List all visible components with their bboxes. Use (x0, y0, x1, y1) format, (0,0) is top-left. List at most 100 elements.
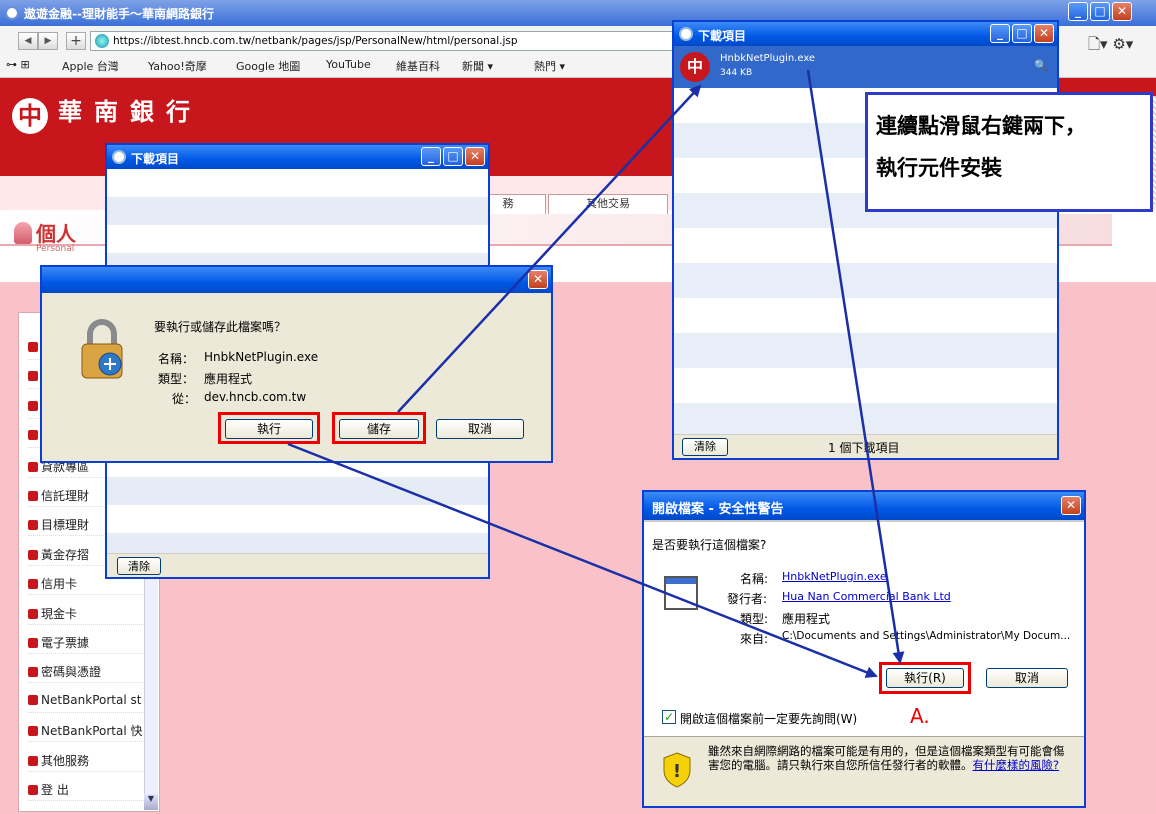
sidebar-item-label: 電子票據 (41, 636, 90, 650)
bookmark-item[interactable]: 新聞 ▾ (462, 58, 493, 74)
download-file-size: 344 KB (720, 68, 753, 78)
security-question: 是否要執行這個檔案? (652, 538, 767, 552)
maximize-icon[interactable]: □ (1012, 24, 1032, 43)
window-title: 下載項目 (131, 152, 180, 166)
bookmark-item[interactable]: YouTube (326, 58, 371, 71)
menu-bullet-icon (28, 520, 38, 530)
dialog-title-bar: 開啟檔案 - 安全性警告 ✕ (644, 492, 1084, 520)
menu-bullet-icon (28, 430, 38, 440)
bookmark-item[interactable]: Yahoo!奇摩 (148, 58, 207, 74)
cancel-button[interactable]: 取消 (986, 668, 1068, 688)
menu-bullet-icon (28, 695, 38, 705)
download-item-selected[interactable]: 中 HnbkNetPlugin.exe 344 KB 🔍 (674, 46, 1057, 88)
bank-file-icon: 中 (680, 52, 710, 82)
menu-bullet-icon (28, 667, 38, 677)
minimize-icon[interactable]: _ (421, 147, 441, 166)
publisher-label: 發行者: (727, 592, 768, 606)
sidebar-item-label: 信託理財 (41, 489, 90, 503)
close-icon[interactable]: ✕ (528, 270, 548, 289)
sidebar-item-label: 信用卡 (41, 577, 78, 591)
clear-button[interactable]: 清除 (117, 557, 161, 575)
type-label: 類型: (740, 612, 769, 626)
address-bar[interactable]: https://ibtest.hncb.com.tw/netbank/pages… (90, 31, 680, 51)
sidebar-item-label: NetBankPortal st (41, 693, 142, 707)
close-icon[interactable]: ✕ (465, 147, 485, 166)
sidebar-item-label: 登 出 (41, 783, 69, 797)
sidebar-item[interactable]: 登 出 (28, 781, 146, 801)
menu-bullet-icon (28, 579, 38, 589)
lock-icon (81, 319, 123, 379)
download-footer: 清除 (107, 553, 488, 577)
download-window-title-bar: 下載項目 _ □ ✕ (107, 145, 488, 169)
url-text: https://ibtest.hncb.com.tw/netbank/pages… (113, 35, 518, 47)
menu-bullet-icon (28, 609, 38, 619)
download-footer: 清除 1 個下載項目 (674, 434, 1057, 458)
menu-bullet-icon (28, 756, 38, 766)
run-button[interactable]: 執行 (225, 419, 313, 439)
browser-window-controls: _ □ ✕ (1068, 2, 1132, 21)
file-name-link[interactable]: HnbkNetPlugin.exe (782, 570, 887, 583)
bank-name: 華南銀行 (58, 98, 202, 126)
application-icon (664, 576, 698, 610)
name-label: 名稱： (158, 352, 195, 366)
add-bookmark-button[interactable]: + (66, 32, 86, 50)
sidebar-item-label: 黃金存摺 (41, 548, 90, 562)
minimize-icon[interactable]: _ (990, 24, 1010, 43)
bookmark-item[interactable]: 熱門 ▾ (534, 58, 565, 74)
personal-subtitle: Personal (36, 244, 75, 254)
download-file-name: HnbkNetPlugin.exe (720, 53, 816, 64)
checkbox-icon[interactable]: ✓ (662, 710, 676, 724)
dialog-title-bar: ✕ (42, 267, 551, 293)
sidebar-item[interactable]: NetBankPortal st (28, 693, 146, 713)
publisher-link[interactable]: Hua Nan Commercial Bank Ltd (782, 590, 951, 603)
bookmark-item[interactable]: 維基百科 (396, 58, 440, 74)
annotation-box: 連續點滑鼠右鍵兩下， 執行元件安裝 (865, 92, 1153, 212)
file-name: HnbkNetPlugin.exe (204, 350, 319, 364)
download-window-large: 下載項目 _ □ ✕ 中 HnbkNetPlugin.exe 344 KB 🔍 … (672, 20, 1059, 460)
from-label: 從： (172, 392, 197, 406)
person-icon (14, 222, 32, 244)
minimize-icon[interactable]: _ (1068, 2, 1088, 21)
search-icon[interactable]: 🔍 (1034, 59, 1048, 72)
page-and-settings-icon[interactable]: 🗋▾ ⚙▾ (1088, 34, 1133, 59)
from-label: 來自: (740, 632, 769, 646)
sidebar-item[interactable]: 電子票據 (28, 634, 146, 654)
menu-tab[interactable]: 其他交易 (548, 194, 668, 214)
menu-bullet-icon (28, 785, 38, 795)
maximize-icon[interactable]: □ (1090, 2, 1110, 21)
close-icon[interactable]: ✕ (1061, 496, 1081, 515)
sidebar-item[interactable]: NetBankPortal 快 (28, 722, 146, 742)
clear-button[interactable]: 清除 (682, 438, 728, 456)
maximize-icon[interactable]: □ (443, 147, 463, 166)
download-count: 1 個下載項目 (828, 441, 900, 455)
download-window-title-bar: 下載項目 _ □ ✕ (674, 22, 1057, 46)
bookmarks-icon[interactable]: ⊶ ⊞ (6, 58, 30, 71)
scroll-down-icon[interactable]: ▼ (144, 794, 158, 810)
file-source: dev.hncb.com.tw (204, 390, 307, 404)
bookmark-item[interactable]: Apple 台灣 (62, 58, 119, 74)
sidebar-item-label: 其他服務 (41, 754, 90, 768)
file-path: C:\Documents and Settings\Administrator\… (782, 630, 1071, 642)
menu-bullet-icon (28, 550, 38, 560)
sidebar-item-label: 現金卡 (41, 607, 78, 621)
back-icon[interactable]: ◀ (18, 32, 38, 50)
close-icon[interactable]: ✕ (1112, 2, 1132, 21)
sidebar-item[interactable]: 其他服務 (28, 752, 146, 772)
step-marker: A. (910, 704, 930, 728)
sidebar-item[interactable]: 密碼與憑證 (28, 663, 146, 683)
type-label: 類型： (158, 372, 195, 386)
risk-link[interactable]: 有什麼樣的風險? (973, 758, 1060, 772)
cancel-button[interactable]: 取消 (436, 419, 524, 439)
close-icon[interactable]: ✕ (1034, 24, 1054, 43)
warning-text: 雖然來自網際網路的檔案可能是有用的，但是這個檔案類型有可能會傷害您的電腦。請只執… (708, 744, 1072, 772)
sidebar-item-label: 目標理財 (41, 518, 90, 532)
sidebar-item[interactable]: 現金卡 (28, 605, 146, 625)
personal-title: 個人 (36, 222, 76, 246)
run-button[interactable]: 執行(R) (886, 668, 964, 688)
save-button[interactable]: 儲存 (339, 419, 419, 439)
download-icon (679, 27, 693, 41)
annotation-line-2: 執行元件安裝 (876, 156, 1002, 180)
bookmark-item[interactable]: Google 地圖 (236, 58, 300, 74)
forward-icon[interactable]: ▶ (38, 32, 58, 50)
ask-before-open-label[interactable]: 開啟這個檔案前一定要先詢問(W) (680, 710, 857, 727)
